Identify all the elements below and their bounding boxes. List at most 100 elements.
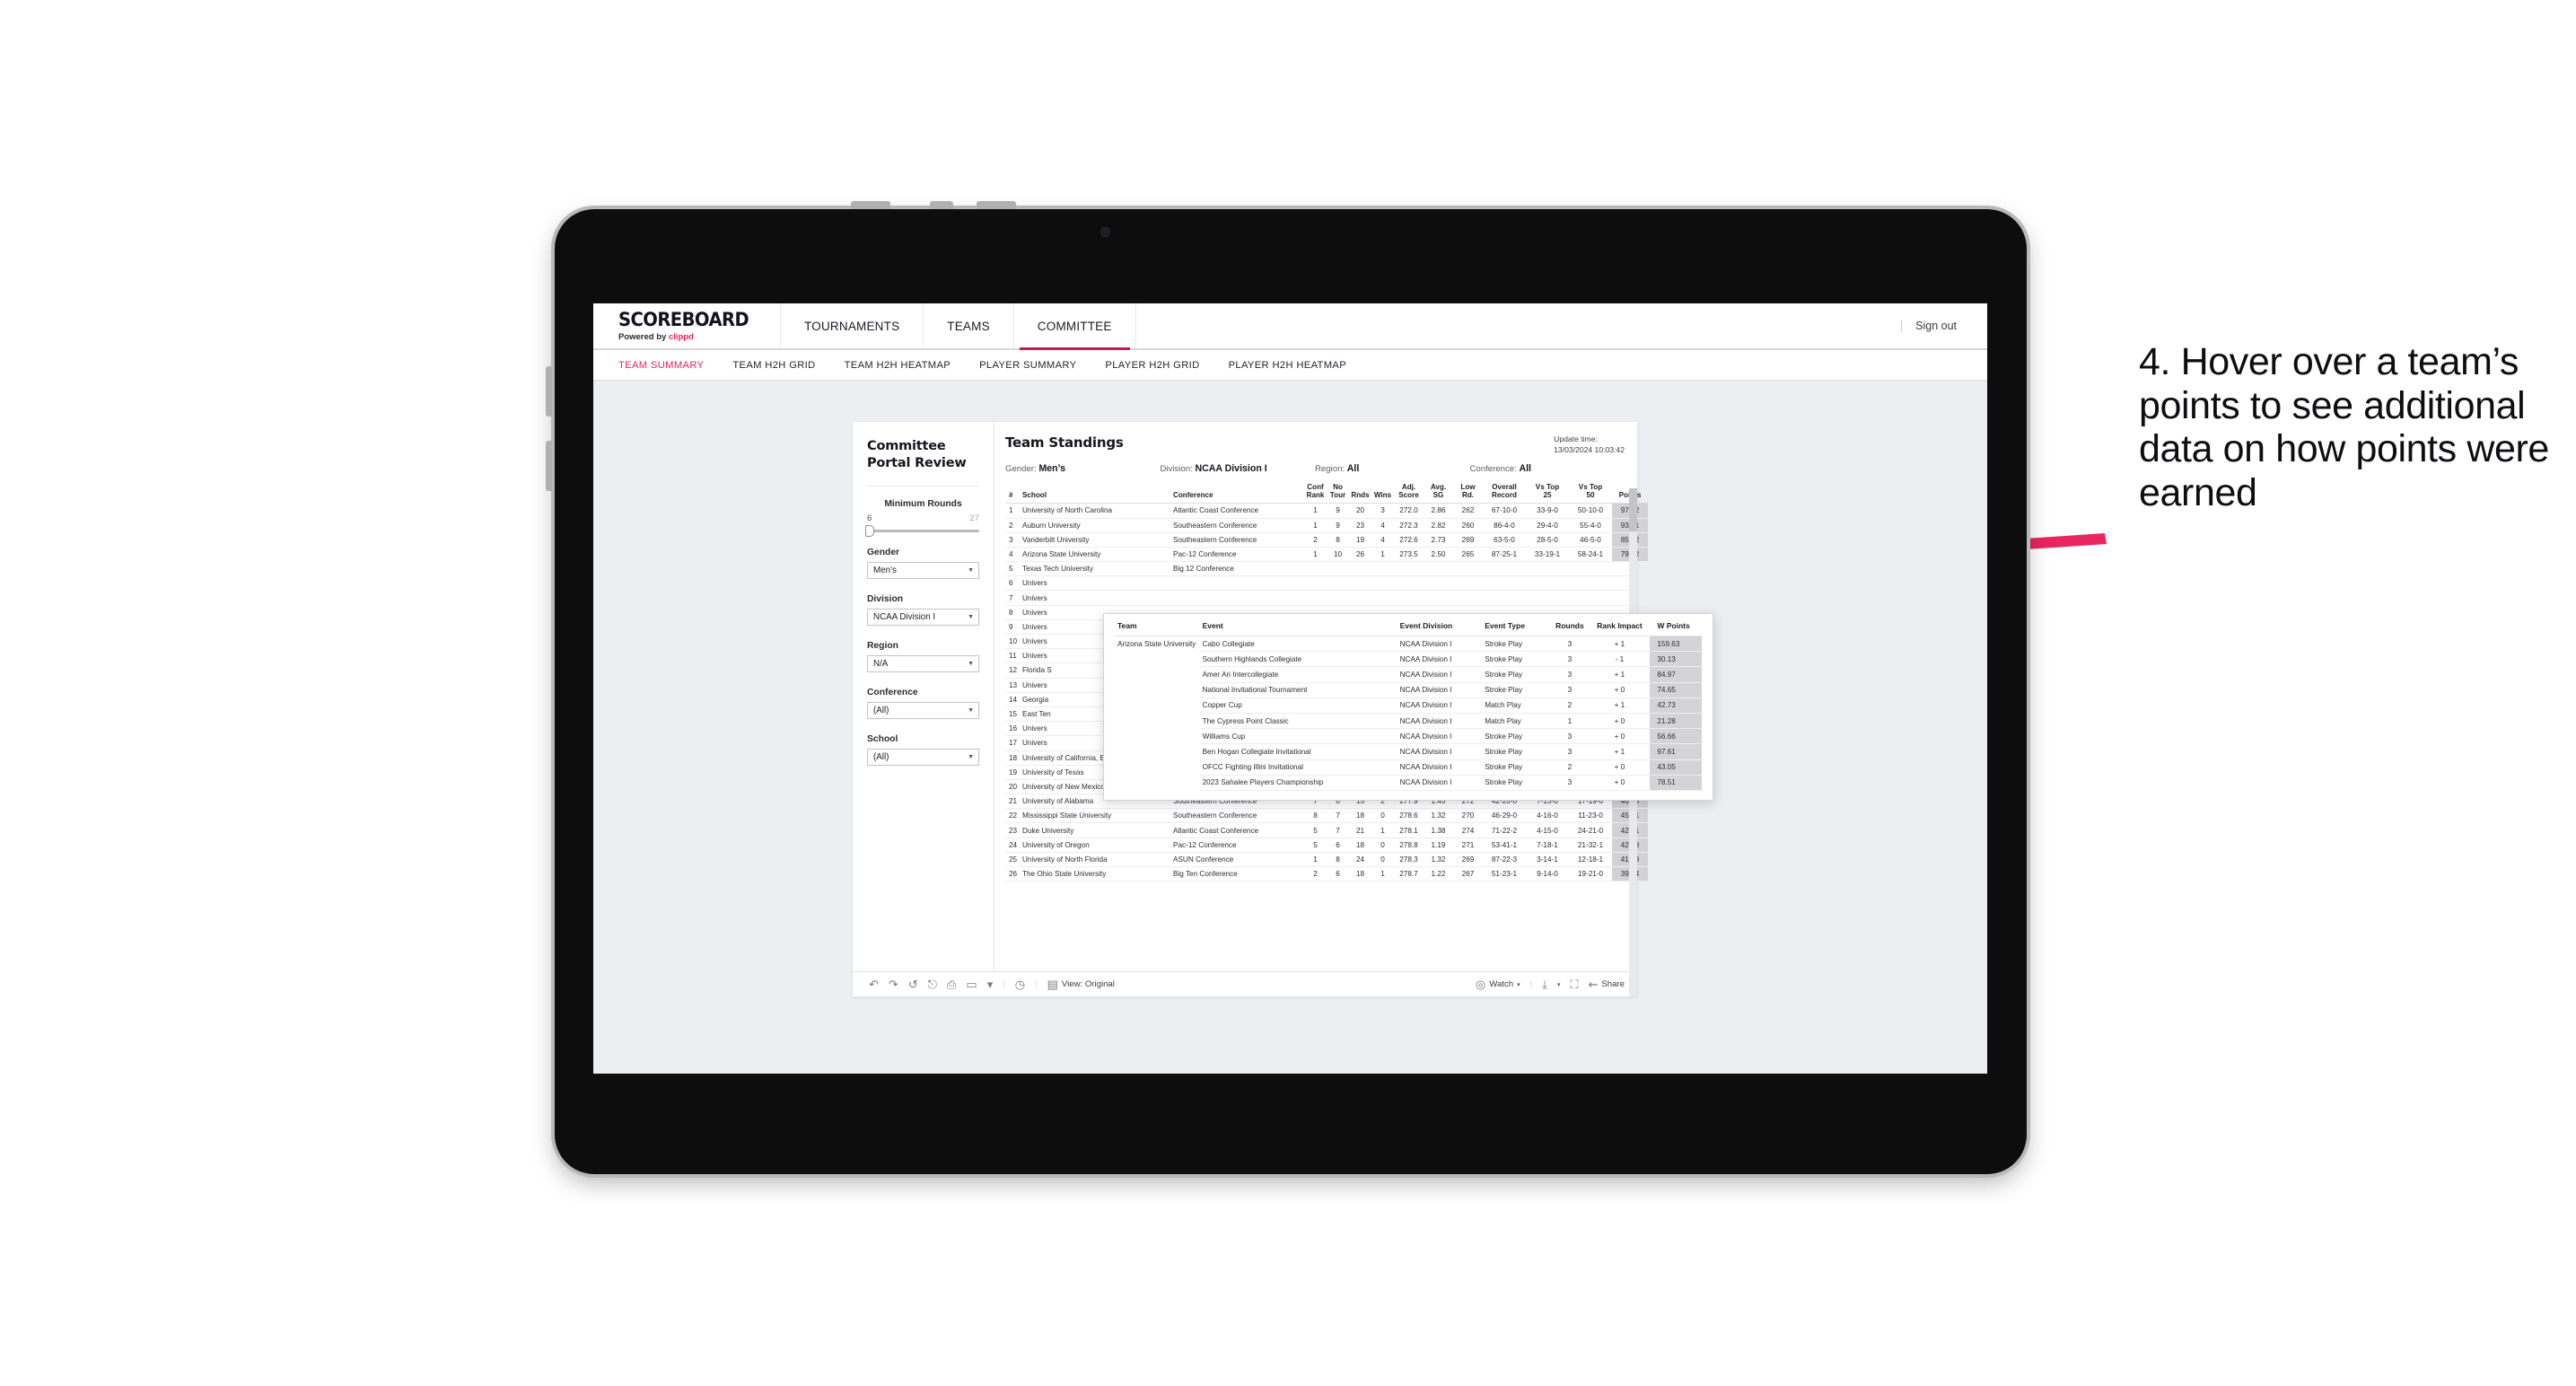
view-icon: ▤ — [1047, 978, 1058, 991]
pause-updates-icon[interactable]: ⎙ — [947, 978, 956, 990]
cell-vs50 — [1569, 590, 1612, 606]
col-avg-sg[interactable]: Avg. SG — [1424, 483, 1453, 504]
view-original-button[interactable]: ▤ View: Original — [1047, 978, 1115, 990]
table-row[interactable]: 6 Univers — [1005, 575, 1648, 592]
tooltip-cell-points: 43.05 — [1650, 759, 1702, 776]
tooltip-cell-points: 78.51 — [1650, 775, 1702, 791]
school-select[interactable]: (All) ▼ — [867, 749, 979, 767]
tab-team-h2h-heatmap[interactable]: TEAM H2H HEATMAP — [845, 360, 951, 371]
cell-overall: 53-41-1 — [1483, 838, 1526, 853]
cell-low-rd: 262 — [1453, 503, 1483, 519]
cell-num: 23 — [1005, 822, 1021, 838]
device-layout-icon[interactable]: ▭ — [966, 978, 977, 990]
table-row[interactable]: 7 Univers — [1005, 590, 1648, 606]
school-label: School — [867, 734, 898, 745]
share-button[interactable]: ⇜ Share — [1588, 978, 1625, 990]
col-wins[interactable]: Wins — [1371, 483, 1394, 504]
table-row[interactable]: 26 The Ohio State University Big Ten Confe… — [1005, 866, 1648, 882]
table-row[interactable]: 2 Auburn University Southeastern Conferenc… — [1005, 518, 1648, 533]
tab-team-summary[interactable]: TEAM SUMMARY — [618, 360, 704, 371]
cell-wins: 4 — [1371, 532, 1394, 548]
cell-rnds: 24 — [1349, 852, 1371, 868]
brand-logo[interactable]: SCOREBOARD Powered by clippd — [593, 303, 782, 348]
col-school[interactable]: School — [1021, 483, 1171, 504]
history-icon[interactable]: ◷ — [1015, 978, 1025, 990]
watch-button[interactable]: ◎ Watch ▾ — [1476, 978, 1520, 990]
tooltip-cell-event: Amer Ari Intercollegiate — [1199, 666, 1398, 683]
table-row[interactable]: 24 University of Oregon Pac-12 Conference 5… — [1005, 838, 1648, 853]
col-rank[interactable]: # — [1005, 483, 1021, 504]
tab-player-h2h-heatmap[interactable]: PLAYER H2H HEATMAP — [1229, 360, 1346, 371]
region-select[interactable]: N/A ▼ — [867, 655, 979, 673]
cell-overall: 67-10-0 — [1483, 503, 1526, 519]
tip-col-impact: Rank Impact — [1589, 621, 1651, 636]
cell-school: Vanderbilt University — [1021, 532, 1171, 548]
download-icon[interactable]: ⤓ — [1542, 978, 1547, 990]
tooltip-cell-impact: + 0 — [1589, 682, 1651, 698]
tab-player-summary[interactable]: PLAYER SUMMARY — [979, 360, 1076, 371]
col-no-tour[interactable]: No Tour — [1327, 483, 1349, 504]
col-vs-top-50[interactable]: Vs Top 50 — [1569, 483, 1612, 504]
page-title: Team Standings — [1005, 434, 1124, 451]
slider-handle[interactable] — [865, 525, 874, 538]
fullscreen-icon[interactable]: ⛶ — [1570, 978, 1578, 990]
col-rnds[interactable]: Rnds — [1349, 483, 1371, 504]
signout-area: | Sign out — [1891, 303, 1987, 348]
table-row[interactable]: 3 Vanderbilt University Southeastern Confe… — [1005, 532, 1648, 548]
chevron-down-icon: ▾ — [1517, 981, 1520, 988]
scrollbar-thumb[interactable] — [1629, 488, 1637, 531]
chevron-down-icon[interactable]: ▾ — [987, 978, 994, 990]
conference-select[interactable]: (All) ▼ — [867, 702, 979, 720]
filter-panel: Committee Portal Review Minimum Rounds 6… — [853, 422, 994, 971]
signout-link[interactable]: Sign out — [1915, 320, 1957, 332]
table-row[interactable]: 22 Mississippi State University Southeaste… — [1005, 808, 1648, 824]
conference-value: (All) — [873, 706, 889, 716]
cell-num: 19 — [1005, 765, 1021, 780]
nav-teams[interactable]: TEAMS — [924, 303, 1014, 348]
table-row[interactable]: 1 University of North Carolina Atlantic Co… — [1005, 503, 1648, 519]
cell-vs25: 29-4-0 — [1526, 518, 1569, 533]
division-select[interactable]: NCAA Division I ▼ — [867, 609, 979, 627]
revert-icon[interactable]: ↺ — [908, 978, 918, 990]
cell-low-rd: 269 — [1453, 532, 1483, 548]
cell-conf-rank: 1 — [1304, 852, 1327, 868]
chevron-down-icon[interactable]: ▾ — [1557, 981, 1561, 988]
cell-num: 17 — [1005, 735, 1021, 751]
cell-rnds — [1349, 590, 1371, 606]
cell-low-rd: 265 — [1453, 547, 1483, 563]
cell-school: Mississippi State University — [1021, 808, 1171, 824]
cell-avg-sg: 2.82 — [1424, 518, 1453, 533]
table-row[interactable]: 4 Arizona State University Pac-12 Conferen… — [1005, 547, 1648, 563]
cell-conf-rank: 8 — [1304, 808, 1327, 824]
table-row[interactable]: 25 University of North Florida ASUN Confer… — [1005, 852, 1648, 868]
cell-vs25: 33-19-1 — [1526, 547, 1569, 563]
tooltip-table: Team Event Event Division Event Type Rou… — [1115, 621, 1702, 791]
col-low-rd[interactable]: Low Rd. — [1453, 483, 1483, 504]
col-overall[interactable]: Overall Record — [1483, 483, 1526, 504]
gender-select[interactable]: Men’s ▼ — [867, 562, 979, 580]
col-vs-top-25[interactable]: Vs Top 25 — [1526, 483, 1569, 504]
tooltip-row: Arizona State University Cabo Collegiate N… — [1115, 636, 1702, 653]
cell-wins — [1371, 590, 1394, 606]
redo-icon[interactable]: ↷ — [889, 978, 898, 990]
nav-committee[interactable]: COMMITTEE — [1014, 303, 1136, 350]
cell-num: 12 — [1005, 662, 1021, 679]
cell-avg-sg: 1.19 — [1424, 838, 1453, 853]
criteria-division-label: Division: — [1160, 464, 1193, 475]
table-row[interactable]: 23 Duke University Atlantic Coast Conferen… — [1005, 822, 1648, 838]
cell-adj-score: 272.3 — [1394, 518, 1424, 533]
cell-adj-score: 278.8 — [1394, 838, 1424, 853]
col-conference[interactable]: Conference — [1171, 483, 1304, 504]
table-row[interactable]: 5 Texas Tech University Big 12 Conference — [1005, 561, 1648, 577]
tab-team-h2h-grid[interactable]: TEAM H2H GRID — [732, 360, 815, 371]
refresh-data-icon[interactable]: ⎋ — [928, 978, 937, 990]
toolbar-separator-1: | — [1003, 979, 1005, 989]
slider-track[interactable] — [865, 525, 979, 538]
tab-player-h2h-grid[interactable]: PLAYER H2H GRID — [1105, 360, 1199, 371]
col-adj-score[interactable]: Adj. Score — [1394, 483, 1424, 504]
undo-icon[interactable]: ↶ — [869, 978, 879, 990]
tooltip-cell-division: NCAA Division I — [1397, 697, 1483, 714]
nav-tournaments[interactable]: TOURNAMENTS — [781, 303, 924, 348]
cell-adj-score: 278.7 — [1394, 866, 1424, 882]
col-conf-rank[interactable]: Conf Rank — [1304, 483, 1327, 504]
